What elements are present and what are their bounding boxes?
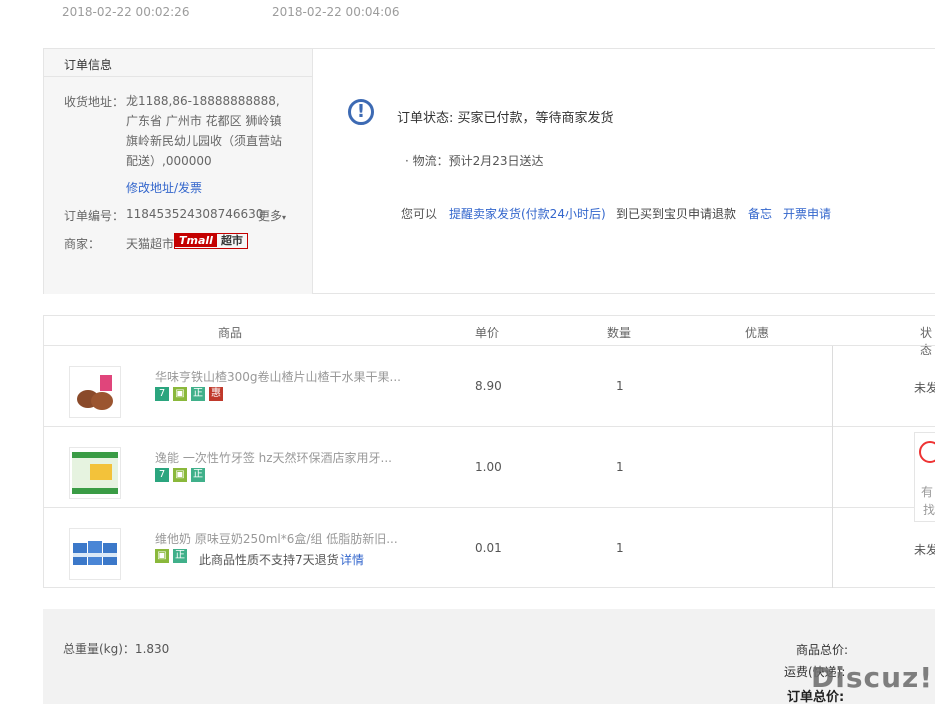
th-quantity: 数量	[607, 326, 632, 340]
order-info-header: 订单信息	[44, 49, 312, 77]
total-weight: 总重量(kg)：1.830	[63, 642, 170, 656]
guarantee-icon[interactable]: ▣	[173, 386, 187, 401]
order-summary-footer: 总重量(kg)：1.830 商品总价: 运费(快递): 订单总价: Discuz…	[43, 609, 935, 705]
discount-icon[interactable]: 惠	[209, 386, 223, 401]
invoice-link[interactable]: 开票申请	[783, 205, 831, 222]
remind-seller-link[interactable]: 提醒卖家发货(付款24小时后)	[449, 205, 606, 222]
authentic-icon[interactable]: 正	[191, 467, 205, 482]
service-icon	[919, 441, 935, 463]
unit-price: 1.00	[475, 460, 502, 474]
more-dropdown[interactable]: 更多▾	[258, 207, 286, 224]
product-table: 商品 单价 数量 优惠 状态 华味亨铁山楂300g卷山楂片山楂干水果干果... …	[43, 315, 935, 588]
product-thumbnail[interactable]	[69, 366, 121, 418]
seven-day-return-icon[interactable]: 7	[155, 386, 169, 401]
no-return-note: 此商品性质不支持7天退货	[199, 553, 339, 567]
timestamp-confirmed: 2018-02-22 00:04:06	[272, 5, 400, 19]
authentic-icon[interactable]: 正	[191, 386, 205, 401]
logistics-text: · 物流：预计2月23日送达	[405, 154, 544, 168]
side-card-text: 有	[921, 485, 934, 499]
column-divider	[832, 346, 833, 588]
refund-link[interactable]: 到已买到宝贝申请退款	[616, 205, 736, 222]
service-badges: 7 ▣ 正	[155, 467, 209, 482]
floating-service-card[interactable]: 有 找	[914, 432, 935, 522]
order-number-label: 订单编号：	[64, 209, 125, 223]
seven-day-return-icon[interactable]: 7	[155, 467, 169, 482]
product-thumbnail[interactable]	[69, 528, 121, 580]
service-badges: 7 ▣ 正惠	[155, 386, 227, 401]
product-name-link[interactable]: 维他奶 原味豆奶250ml*6盒/组 低脂肪新旧...	[155, 530, 398, 547]
merchant-value[interactable]: 天猫超市	[126, 235, 174, 252]
product-thumbnail[interactable]	[69, 447, 121, 499]
side-card-text: 找	[923, 503, 935, 517]
product-name-link[interactable]: 逸能 一次性竹牙签 hz天然环保酒店家用牙...	[155, 449, 392, 466]
chevron-down-icon: ▾	[282, 213, 287, 222]
th-price: 单价	[475, 326, 500, 340]
divider	[44, 426, 935, 427]
more-label: 更多	[258, 209, 283, 223]
unit-price: 0.01	[475, 541, 502, 555]
toothpick-box-image	[72, 452, 118, 494]
timestamp-paid: 2018-02-22 00:02:26	[62, 5, 190, 19]
guarantee-icon[interactable]: ▣	[173, 467, 187, 482]
divider	[44, 507, 935, 508]
watermark-logo: Discuz!	[811, 661, 934, 694]
soy-milk-box-image	[73, 541, 117, 565]
service-badges: ▣ 正	[155, 548, 191, 563]
tmall-supermarket-logo: Tmall 超市	[174, 233, 248, 249]
order-info-title: 订单信息	[64, 58, 113, 72]
quantity: 1	[616, 379, 624, 393]
row-status: 未发	[914, 543, 935, 557]
alert-icon: !	[348, 99, 374, 125]
product-name-link[interactable]: 华味亨铁山楂300g卷山楂片山楂干水果干果...	[155, 368, 401, 385]
order-info-sidebar: 订单信息 收货地址： 龙1188,86-18888888888,广东省 广州市 …	[44, 49, 313, 294]
divider	[44, 345, 935, 346]
you-can-label: 您可以	[401, 207, 438, 221]
th-status: 状态	[920, 326, 933, 357]
unit-price: 8.90	[475, 379, 502, 393]
order-status-text: 订单状态: 买家已付款，等待商家发货	[397, 111, 614, 126]
address-label: 收货地址：	[64, 95, 125, 109]
goods-total-label: 商品总价:	[796, 643, 849, 657]
quantity: 1	[616, 460, 624, 474]
address-value: 龙1188,86-18888888888,广东省 广州市 花都区 狮岭镇 旗岭新…	[126, 94, 283, 168]
merchant-label: 商家：	[64, 237, 101, 251]
memo-link[interactable]: 备忘	[748, 205, 772, 222]
order-info-panel: 订单信息 收货地址： 龙1188,86-18888888888,广东省 广州市 …	[43, 48, 935, 294]
quantity: 1	[616, 541, 624, 555]
hawthorn-snack-image	[77, 375, 113, 410]
th-discount: 优惠	[745, 326, 770, 340]
th-product: 商品	[218, 326, 243, 340]
guarantee-icon[interactable]: ▣	[155, 548, 169, 563]
details-link[interactable]: 详情	[340, 551, 364, 568]
authentic-icon[interactable]: 正	[173, 548, 187, 563]
row-status: 未发	[914, 381, 935, 395]
order-number-value: 118453524308746630	[126, 207, 264, 221]
edit-address-link[interactable]: 修改地址/发票	[126, 179, 202, 196]
